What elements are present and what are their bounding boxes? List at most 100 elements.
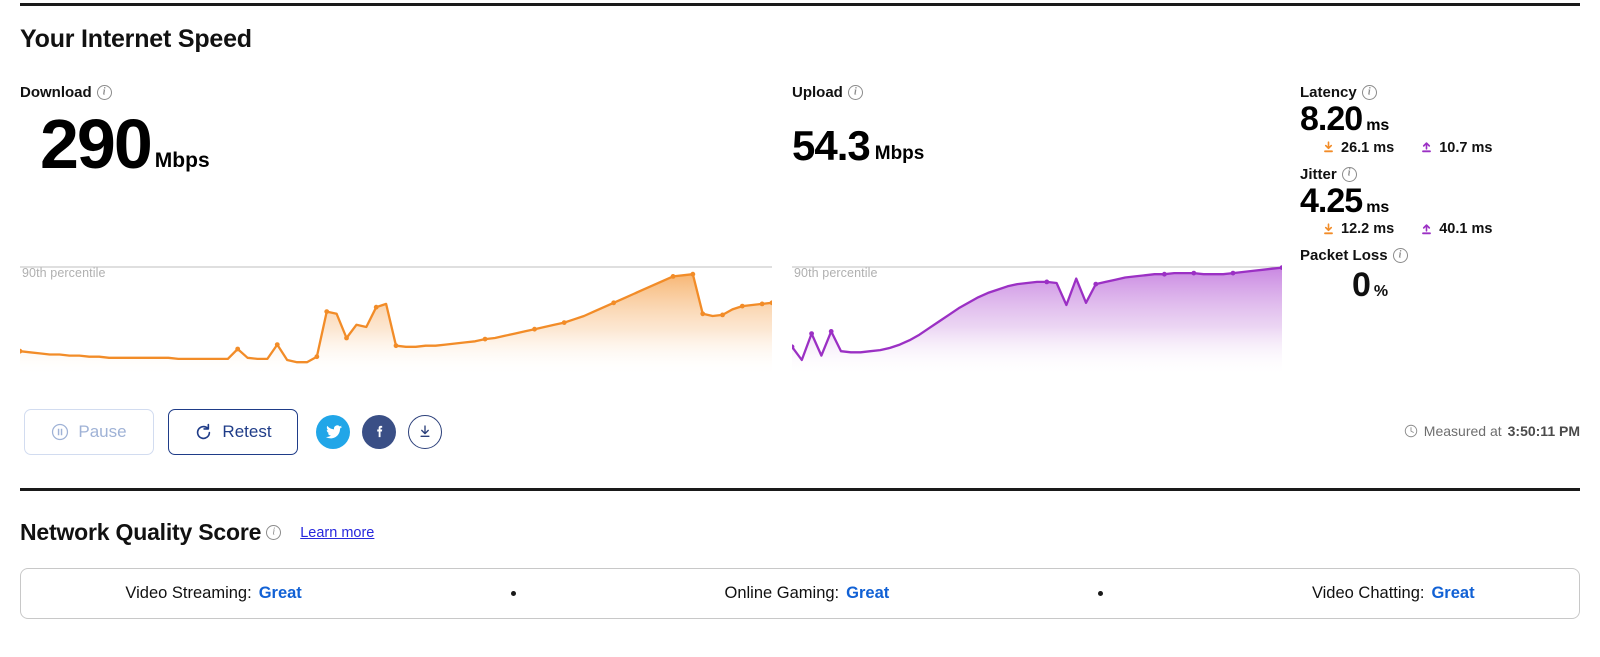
download-results-button[interactable] <box>408 415 442 449</box>
download-data-point <box>235 346 241 352</box>
download-data-point <box>393 343 399 349</box>
measured-at: Measured at 3:50:11 PM <box>1404 423 1580 439</box>
share-buttons <box>316 415 442 449</box>
latency-label: Latency <box>1300 84 1357 101</box>
top-divider <box>20 3 1580 6</box>
upload-data-point <box>1230 270 1236 276</box>
packet-loss-info-icon[interactable]: i <box>1392 248 1408 264</box>
upload-info-icon[interactable]: i <box>847 85 863 100</box>
page-title: Your Internet Speed <box>20 25 252 53</box>
jitter-label: Jitter <box>1300 165 1337 183</box>
separator-dot <box>510 591 516 596</box>
stats-panel: Latency i 8.20 ms 26.1 ms 10.7 ms Jitter… <box>1300 84 1590 315</box>
latency-download-pair: 26.1 ms <box>1322 140 1394 156</box>
upload-data-point <box>1093 281 1099 287</box>
latency-download-value: 26.1 ms <box>1341 139 1395 156</box>
latency-unit: ms <box>1366 117 1390 134</box>
quality-item-online-gaming: Online Gaming: Great <box>725 584 890 603</box>
download-arrow-icon <box>1324 223 1333 235</box>
upload-arrow-icon <box>1422 224 1432 235</box>
upload-unit: Mbps <box>874 143 925 164</box>
retest-icon <box>197 423 211 439</box>
download-arrow-icon <box>1324 141 1333 153</box>
latency-value-row: 8.20 ms <box>1300 101 1590 138</box>
latency-upload-value: 10.7 ms <box>1439 139 1493 156</box>
facebook-share-button[interactable] <box>362 415 396 449</box>
download-data-point <box>700 311 706 317</box>
jitter-download-pair: 12.2 ms <box>1322 221 1394 237</box>
upload-area-fill <box>792 267 1282 375</box>
upload-chart-svg <box>792 265 1282 375</box>
jitter-info-icon[interactable]: i <box>1341 166 1357 182</box>
quality-label: Video Chatting: <box>1311 584 1425 602</box>
quality-item-video-chatting: Video Chatting: Great <box>1312 584 1475 603</box>
download-icon <box>420 425 430 437</box>
pause-icon <box>52 423 69 441</box>
download-area-fill <box>20 274 772 375</box>
network-quality-box: Video Streaming: Great Online Gaming: Gr… <box>20 568 1580 619</box>
network-quality-info-icon[interactable]: i <box>266 525 282 540</box>
measured-at-prefix: Measured at <box>1423 423 1502 439</box>
download-data-point <box>324 309 330 314</box>
upload-percentile-label: 90th percentile <box>794 266 878 280</box>
download-data-point <box>720 312 725 318</box>
upload-label: Upload <box>792 84 843 101</box>
pause-button[interactable]: Pause <box>24 409 154 455</box>
download-percentile-label: 90th percentile <box>22 266 106 280</box>
retest-button-label: Retest <box>222 422 272 441</box>
upload-value-row: 54.3 Mbps <box>792 125 1282 167</box>
section-divider <box>20 488 1580 491</box>
pause-button-label: Pause <box>78 422 127 441</box>
jitter-value-row: 4.25 ms <box>1300 181 1590 220</box>
upload-chart: 90th percentile <box>792 245 1282 375</box>
download-data-point <box>532 326 537 332</box>
facebook-icon <box>376 425 382 437</box>
jitter-upload-pair: 40.1 ms <box>1420 221 1492 237</box>
latency-value: 8.20 <box>1300 100 1363 138</box>
download-data-point <box>314 354 320 360</box>
learn-more-link[interactable]: Learn more <box>300 525 374 541</box>
upload-value: 54.3 <box>792 122 871 169</box>
upload-arrow-icon <box>1422 142 1432 153</box>
quality-label: Video Streaming: <box>125 584 252 602</box>
download-data-point <box>611 300 617 306</box>
quality-rating: Great <box>258 584 302 602</box>
download-data-point <box>274 342 280 347</box>
network-quality-header: Network Quality Score i Learn more <box>20 519 374 546</box>
download-label-row: Download i <box>20 84 770 101</box>
packet-loss-value: 0 <box>1352 266 1371 305</box>
latency-sub-row: 26.1 ms 10.7 ms <box>1300 140 1590 156</box>
jitter-group: Jitter i 4.25 ms 12.2 ms 40.1 ms <box>1300 166 1590 238</box>
packet-loss-unit: % <box>1373 283 1389 301</box>
download-info-icon[interactable]: i <box>96 85 112 100</box>
twitter-icon <box>325 424 342 438</box>
latency-info-icon[interactable]: i <box>1361 85 1377 100</box>
upload-data-point <box>809 331 814 336</box>
download-unit: Mbps <box>154 148 210 172</box>
jitter-value: 4.25 <box>1300 181 1363 220</box>
upload-block: Upload i 54.3 Mbps <box>792 84 1282 167</box>
jitter-download-value: 12.2 ms <box>1341 221 1395 238</box>
latency-group: Latency i 8.20 ms 26.1 ms 10.7 ms <box>1300 84 1590 156</box>
download-data-point <box>482 336 488 342</box>
download-label: Download <box>20 84 92 101</box>
upload-data-point <box>1044 279 1050 285</box>
quality-rating: Great <box>846 584 890 602</box>
twitter-share-button[interactable] <box>316 415 350 449</box>
download-data-point <box>690 271 696 277</box>
jitter-label-row: Jitter i <box>1300 166 1590 183</box>
download-block: Download i 290 Mbps <box>20 84 770 179</box>
packet-loss-label: Packet Loss <box>1300 247 1388 265</box>
packet-loss-value-row: 0 % <box>1300 266 1590 305</box>
retest-button[interactable]: Retest <box>168 409 298 455</box>
upload-label-row: Upload i <box>792 84 1282 101</box>
jitter-sub-row: 12.2 ms 40.1 ms <box>1300 221 1590 237</box>
network-quality-title: Network Quality Score <box>20 519 262 545</box>
quality-label: Online Gaming: <box>724 584 840 602</box>
download-chart-svg <box>20 266 772 375</box>
jitter-upload-value: 40.1 ms <box>1439 221 1493 238</box>
packet-loss-label-row: Packet Loss i <box>1300 247 1590 264</box>
packet-loss-group: Packet Loss i 0 % <box>1300 247 1590 305</box>
download-data-point <box>670 274 676 279</box>
jitter-unit: ms <box>1366 198 1390 216</box>
